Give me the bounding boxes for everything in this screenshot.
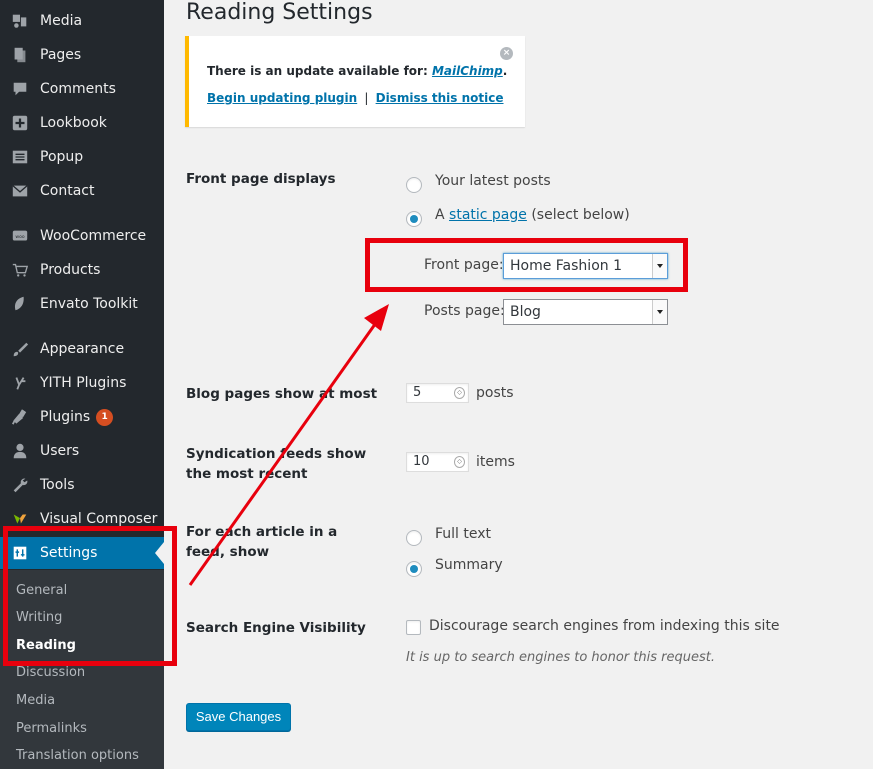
posts-per-page-input[interactable]: 5 ◇: [406, 383, 469, 403]
pages-icon: [0, 46, 40, 64]
brush-icon: [0, 340, 40, 358]
full-text-label: Full text: [435, 526, 492, 542]
notice-message: There is an update available for: MailCh…: [207, 64, 507, 78]
front-page-displays-label: Front page displays: [186, 171, 336, 187]
sidebar-item-label: Products: [40, 262, 101, 278]
yith-icon: [0, 374, 40, 392]
radio-summary[interactable]: [406, 561, 422, 577]
syndication-label: Syndication feeds show the most recent: [186, 446, 367, 482]
sidebar-item-yith-plugins[interactable]: YITH Plugins: [0, 367, 164, 399]
sidebar-item-label: Tools: [40, 477, 75, 493]
save-changes-button[interactable]: Save Changes: [186, 703, 291, 731]
sidebar-item-media[interactable]: Media: [0, 5, 164, 37]
posts-page-select-value: Blog: [510, 304, 541, 320]
list-icon: [0, 148, 40, 166]
page-title: Reading Settings: [186, 0, 373, 25]
woo-icon: woo: [0, 227, 40, 245]
cart-icon: [0, 261, 40, 279]
settings-highlight-box: [3, 526, 177, 666]
notice-text-suffix: .: [502, 64, 508, 78]
sidebar-item-popup[interactable]: Popup: [0, 141, 164, 173]
posts-unit: posts: [476, 385, 514, 401]
mailchimp-link[interactable]: MailChimp: [432, 64, 503, 78]
sidebar-item-label: Users: [40, 443, 80, 459]
sidebar-item-label: Appearance: [40, 341, 125, 357]
front-page-highlight-box: [365, 238, 688, 292]
items-unit: items: [476, 454, 515, 470]
svg-text:woo: woo: [15, 235, 24, 240]
dismiss-notice-link[interactable]: Dismiss this notice: [376, 91, 504, 105]
radio-static-page[interactable]: [406, 211, 422, 227]
sidebar-item-label: Plugins: [40, 409, 91, 425]
chevron-down-icon: [652, 300, 667, 324]
discourage-search-label: Discourage search engines from indexing …: [429, 618, 780, 634]
static-page-link[interactable]: static page: [449, 207, 527, 223]
radio-full-text[interactable]: [406, 530, 422, 546]
plus-square-icon: [0, 114, 40, 132]
notice-separator: |: [364, 91, 369, 105]
static-prefix: A: [435, 207, 450, 223]
sidebar-item-label: Envato Toolkit: [40, 296, 138, 312]
discourage-search-checkbox[interactable]: [406, 620, 421, 635]
posts-page-select-label: Posts page:: [424, 303, 505, 319]
wp-admin-screen: Media Pages Comments Lookbook Popup Cont…: [0, 0, 873, 769]
feed-items-input[interactable]: 10 ◇: [406, 452, 469, 472]
search-visibility-label: Search Engine Visibility: [186, 620, 366, 636]
sidebar-item-envato-toolkit[interactable]: Envato Toolkit: [0, 288, 164, 320]
search-visibility-description: It is up to search engines to honor this…: [406, 650, 715, 665]
media-icon: [0, 12, 40, 30]
submenu-translation-options[interactable]: Translation options: [16, 748, 139, 763]
sidebar-item-woocommerce[interactable]: woo WooCommerce: [0, 220, 164, 252]
spinner-icon[interactable]: ◇: [454, 387, 465, 399]
notice-actions: Begin updating plugin | Dismiss this not…: [207, 91, 504, 105]
sidebar-item-tools[interactable]: Tools: [0, 469, 164, 501]
sidebar-item-label: WooCommerce: [40, 228, 147, 244]
feed-article-label: For each article in a feed, show: [186, 524, 338, 560]
sidebar-item-lookbook[interactable]: Lookbook: [0, 107, 164, 139]
latest-posts-label: Your latest posts: [435, 173, 551, 189]
begin-updating-link[interactable]: Begin updating plugin: [207, 91, 357, 105]
close-icon[interactable]: ×: [500, 47, 513, 60]
user-icon: [0, 442, 40, 460]
static-page-label: A static page (select below): [435, 207, 630, 223]
submenu-permalinks[interactable]: Permalinks: [16, 721, 87, 736]
summary-label: Summary: [435, 557, 503, 573]
sidebar-item-plugins[interactable]: Plugins 1: [0, 401, 164, 433]
sidebar-item-appearance[interactable]: Appearance: [0, 333, 164, 365]
sidebar-item-contact[interactable]: Contact: [0, 175, 164, 207]
sidebar-item-label: YITH Plugins: [40, 375, 127, 391]
sidebar-item-label: Comments: [40, 81, 116, 97]
plugin-update-badge: 1: [96, 408, 114, 426]
static-suffix: (select below): [526, 207, 630, 223]
feed-items-value: 10: [413, 454, 430, 469]
update-notice: There is an update available for: MailCh…: [185, 36, 525, 127]
sidebar-item-products[interactable]: Products: [0, 254, 164, 286]
submenu-discussion[interactable]: Discussion: [16, 665, 85, 680]
sidebar-item-label: Contact: [40, 183, 95, 199]
plug-icon: [0, 408, 40, 426]
sidebar-item-label: Pages: [40, 47, 82, 63]
leaf-icon: [0, 295, 40, 313]
posts-per-page-value: 5: [413, 385, 422, 400]
notice-text-prefix: There is an update available for:: [207, 64, 432, 78]
sidebar-item-pages[interactable]: Pages: [0, 39, 164, 71]
sidebar-item-label: Visual Composer: [40, 511, 158, 527]
posts-page-select[interactable]: Blog: [503, 299, 668, 325]
spinner-icon[interactable]: ◇: [454, 456, 465, 468]
submenu-media[interactable]: Media: [16, 693, 55, 708]
blog-pages-label: Blog pages show at most: [186, 386, 378, 402]
wrench-icon: [0, 476, 40, 494]
sidebar-item-label: Popup: [40, 149, 84, 165]
envelope-icon: [0, 182, 40, 200]
sidebar-item-label: Media: [40, 13, 83, 29]
comments-icon: [0, 80, 40, 98]
sidebar-item-comments[interactable]: Comments: [0, 73, 164, 105]
sidebar-item-users[interactable]: Users: [0, 435, 164, 467]
radio-latest-posts[interactable]: [406, 177, 422, 193]
sidebar-item-label: Lookbook: [40, 115, 107, 131]
